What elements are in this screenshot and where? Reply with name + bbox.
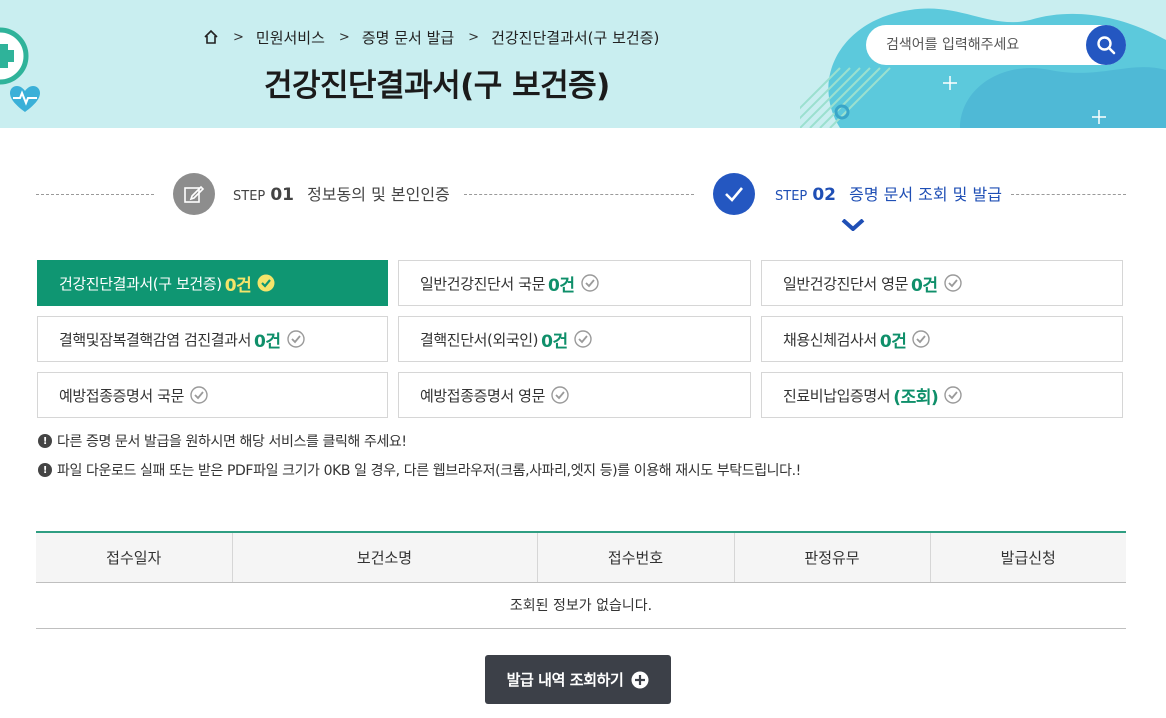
column-header: 판정유무 xyxy=(734,532,931,583)
medical-cross-icon xyxy=(0,27,29,85)
breadcrumb-item[interactable]: 민원서비스 xyxy=(256,27,325,48)
table-header-row: 접수일자 보건소명 접수번호 판정유무 발급신청 xyxy=(36,532,1126,583)
document-name: 결핵및잠복결핵감염 검진결과서 xyxy=(59,330,251,349)
check-circle-icon xyxy=(574,330,592,348)
check-circle-icon xyxy=(580,274,599,292)
document-count: 0건 xyxy=(910,275,938,296)
step-2: STEP 02 증명 문서 조회 및 발급 xyxy=(775,185,1002,205)
empty-message: 조회된 정보가 없습니다. xyxy=(36,582,1126,629)
document-name: 진료비납입증명서 xyxy=(783,386,891,405)
search-icon xyxy=(1097,36,1116,55)
step-1-edit-icon xyxy=(173,173,215,215)
view-history-label: 발급 내역 조회하기 xyxy=(506,671,624,689)
check-circle-icon xyxy=(944,386,963,404)
page-banner: > 민원서비스 > 증명 문서 발급 > 건강진단결과서(구 보건증) 건강진단… xyxy=(0,0,1166,128)
chevron-right-icon: > xyxy=(338,29,350,45)
home-icon[interactable] xyxy=(203,29,219,45)
caret-down-icon xyxy=(841,219,865,231)
breadcrumb: > 민원서비스 > 증명 문서 발급 > 건강진단결과서(구 보건증) xyxy=(203,26,659,48)
document-tile[interactable]: 건강진단결과서(구 보건증) 0건 xyxy=(37,260,388,306)
check-circle-icon xyxy=(286,330,305,348)
table-row: 조회된 정보가 없습니다. xyxy=(36,582,1126,629)
document-name: 예방접종증명서 영문 xyxy=(420,386,545,405)
page-title: 건강진단결과서(구 보건증) xyxy=(264,68,610,104)
view-history-button[interactable]: 발급 내역 조회하기 xyxy=(485,655,671,704)
check-circle-icon xyxy=(190,386,208,404)
document-tile[interactable]: 예방접종증명서 영문 xyxy=(398,372,751,418)
chevron-right-icon: > xyxy=(233,29,244,45)
document-count: 0건 xyxy=(879,331,907,352)
document-tile[interactable]: 결핵진단서(외국인) 0건 xyxy=(398,316,751,362)
notice: ! 다른 증명 문서 발급을 원하시면 해당 서비스를 클릭해 주세요! xyxy=(38,431,407,451)
check-circle-icon xyxy=(551,386,569,404)
heart-pulse-icon xyxy=(10,86,40,112)
step-indicator: STEP 01 정보동의 및 본인인증 STEP 02 증명 문서 조회 및 발… xyxy=(36,170,1126,231)
column-header: 보건소명 xyxy=(232,532,538,583)
document-name: 채용신체검사서 xyxy=(783,330,877,349)
breadcrumb-item[interactable]: 증명 문서 발급 xyxy=(362,27,454,48)
document-name: 결핵진단서(외국인) xyxy=(420,330,539,349)
alert-icon: ! xyxy=(38,463,52,477)
document-count: 0건 xyxy=(253,331,281,352)
check-circle-icon xyxy=(943,274,962,292)
search-button[interactable] xyxy=(1086,25,1126,65)
column-header: 발급신청 xyxy=(930,532,1126,583)
column-header: 접수일자 xyxy=(36,532,233,583)
document-count: 0건 xyxy=(547,275,575,296)
step-2-check-icon xyxy=(713,173,755,215)
chevron-right-icon: > xyxy=(468,29,480,45)
divider xyxy=(464,194,694,195)
document-name: 일반건강진단서 국문 xyxy=(420,274,545,293)
step-1: STEP 01 정보동의 및 본인인증 xyxy=(233,185,450,205)
document-tile[interactable]: 예방접종증명서 국문 xyxy=(37,372,388,418)
document-tile[interactable]: 채용신체검사서 0건 xyxy=(761,316,1123,362)
document-name: 건강진단결과서(구 보건증) xyxy=(59,274,222,293)
check-circle-icon xyxy=(912,330,931,348)
document-count: (조회) xyxy=(893,387,939,408)
breadcrumb-item-current[interactable]: 건강진단결과서(구 보건증) xyxy=(491,27,659,48)
document-name: 예방접종증명서 국문 xyxy=(59,386,184,405)
plus-circle-icon xyxy=(631,671,649,688)
notice: ! 파일 다운로드 실패 또는 받은 PDF파일 크기가 0KB 일 경우, 다… xyxy=(38,460,801,480)
document-tile[interactable]: 일반건강진단서 영문 0건 xyxy=(761,260,1123,306)
search-box xyxy=(866,25,1126,65)
column-header: 접수번호 xyxy=(537,532,735,583)
document-tile[interactable]: 결핵및잠복결핵감염 검진결과서 0건 xyxy=(37,316,388,362)
document-count: 0건 xyxy=(224,275,252,296)
divider xyxy=(1011,194,1126,195)
document-name: 일반건강진단서 영문 xyxy=(783,274,908,293)
document-tile[interactable]: 진료비납입증명서 (조회) xyxy=(761,372,1123,418)
document-tile[interactable]: 일반건강진단서 국문 0건 xyxy=(398,260,751,306)
issuance-table: 접수일자 보건소명 접수번호 판정유무 발급신청 조회된 정보가 없습니다. xyxy=(36,531,1126,629)
alert-icon: ! xyxy=(38,434,52,448)
search-input[interactable] xyxy=(886,25,1086,65)
check-circle-icon xyxy=(257,274,275,292)
divider xyxy=(36,194,154,195)
document-count: 0건 xyxy=(541,331,568,352)
